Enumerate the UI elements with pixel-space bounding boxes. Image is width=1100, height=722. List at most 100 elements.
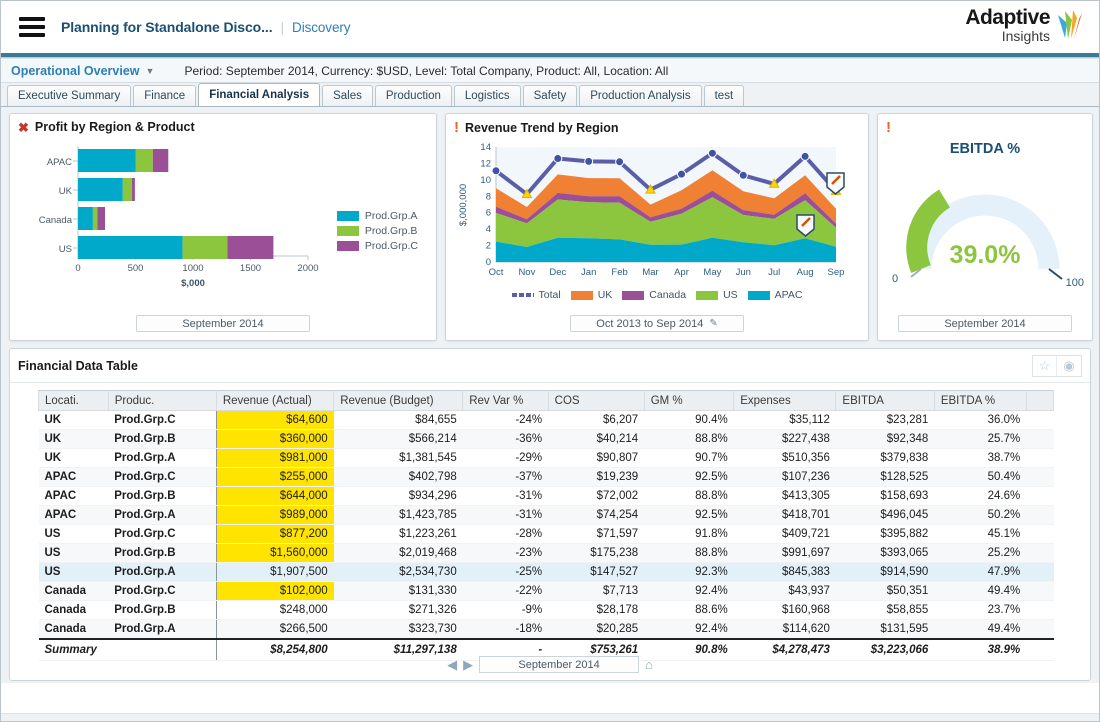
cell-product: Prod.Grp.C (108, 468, 216, 487)
col-gm-pct[interactable]: GM % (644, 391, 734, 411)
col-expenses[interactable]: Expenses (734, 391, 836, 411)
col-ebitda[interactable]: EBITDA (836, 391, 934, 411)
cell-revenue-budget: $271,326 (334, 601, 463, 620)
cell-ebitda-pct: 47.9% (934, 563, 1026, 582)
table-row[interactable]: US Prod.Grp.A $1,907,500 $2,534,730 -25%… (39, 563, 1054, 582)
dashboard-content: ✖ Profit by Region & Product (1, 107, 1099, 683)
cell-revenue-actual: $989,000 (216, 506, 333, 525)
profit-bar-chart[interactable]: 0 500 1000 1500 2000 $,000 APAC UK Canad… (10, 136, 436, 296)
cell-ebitda-pct: 45.1% (934, 525, 1026, 544)
cell-cos: $74,254 (548, 506, 644, 525)
cell-ebitda: $50,351 (836, 582, 934, 601)
col-ebitda-pct[interactable]: EBITDA % (934, 391, 1026, 411)
tab-financial-analysis[interactable]: Financial Analysis (198, 83, 320, 106)
tab-production[interactable]: Production (375, 85, 452, 106)
table-row[interactable]: UK Prod.Grp.C $64,600 $84,655 -24% $6,20… (39, 411, 1054, 430)
table-row[interactable]: US Prod.Grp.C $877,200 $1,223,261 -28% $… (39, 525, 1054, 544)
svg-text:14: 14 (480, 142, 491, 153)
cell-expenses: $845,383 (734, 563, 836, 582)
chevron-down-icon[interactable]: ▼ (146, 66, 155, 76)
cell-product: Prod.Grp.C (108, 411, 216, 430)
cell-spacer (1026, 468, 1053, 487)
logo-primary-text: Adaptive (965, 7, 1050, 28)
cell-product: Prod.Grp.C (108, 582, 216, 601)
legend-item: UK (571, 289, 613, 301)
cell-spacer (1026, 411, 1053, 430)
tab-safety[interactable]: Safety (523, 85, 578, 106)
cell-cos: $175,238 (548, 544, 644, 563)
cell-product: Prod.Grp.A (108, 620, 216, 639)
profit-period-chip[interactable]: September 2014 (136, 315, 310, 332)
cell-spacer (1026, 506, 1053, 525)
cell-rev-var: -28% (463, 525, 548, 544)
tab-production-analysis[interactable]: Production Analysis (579, 85, 701, 106)
table-row[interactable]: UK Prod.Grp.B $360,000 $566,214 -36% $40… (39, 430, 1054, 449)
cell-revenue-budget: $2,019,468 (334, 544, 463, 563)
tab-finance[interactable]: Finance (133, 85, 196, 106)
tab-executive-summary[interactable]: Executive Summary (7, 85, 131, 106)
col-location[interactable]: Locati. (39, 391, 109, 411)
revenue-area-chart[interactable]: 0 2 4 6 8 10 12 14 $,000,000 (446, 137, 868, 287)
cell-revenue-budget: $1,423,785 (334, 506, 463, 525)
home-icon[interactable]: ⌂ (645, 657, 653, 672)
dashboard-selector[interactable]: Operational Overview (11, 64, 140, 78)
table-row[interactable]: Canada Prod.Grp.A $266,500 $323,730 -18%… (39, 620, 1054, 639)
table-row[interactable]: APAC Prod.Grp.B $644,000 $934,296 -31% $… (39, 487, 1054, 506)
legend-swatch-prodgrpc (337, 241, 359, 251)
cell-revenue-actual: $102,000 (216, 582, 333, 601)
col-product[interactable]: Produc. (108, 391, 216, 411)
col-revenue-budget[interactable]: Revenue (Budget) (334, 391, 463, 411)
svg-text:UK: UK (59, 186, 73, 197)
history-clock-icon[interactable]: ◉ (1057, 356, 1081, 376)
panel-title: Profit by Region & Product (35, 120, 195, 134)
panel-revenue-trend-by-region: ! Revenue Trend by Region 0 2 4 (445, 113, 869, 341)
svg-text:Jun: Jun (736, 267, 751, 278)
cell-ebitda-pct: 50.2% (934, 506, 1026, 525)
ebitda-gauge-chart[interactable]: 39.0% 0 100 (878, 157, 1092, 307)
revenue-period-chip[interactable]: Oct 2013 to Sep 2014 ✎ (570, 315, 744, 332)
hamburger-menu-icon[interactable] (19, 17, 45, 37)
legend-label: Prod.Grp.A (365, 210, 418, 222)
svg-text:2000: 2000 (297, 263, 318, 274)
legend-swatch-prodgrpa (337, 211, 359, 221)
next-arrow-icon[interactable]: ▶ (463, 657, 473, 673)
table-row[interactable]: Canada Prod.Grp.B $248,000 $271,326 -9% … (39, 601, 1054, 620)
favorite-star-icon[interactable]: ☆ (1033, 356, 1057, 376)
cell-ebitda-pct: 25.7% (934, 430, 1026, 449)
cell-ebitda-pct: 25.2% (934, 544, 1026, 563)
application-window: Planning for Standalone Disco... | Discove… (0, 0, 1100, 722)
cell-gm: 92.5% (644, 468, 734, 487)
cell-revenue-actual: $360,000 (216, 430, 333, 449)
cell-ebitda-pct: 49.4% (934, 620, 1026, 639)
tab-sales[interactable]: Sales (322, 85, 373, 106)
table-row[interactable]: APAC Prod.Grp.A $989,000 $1,423,785 -31%… (39, 506, 1054, 525)
pager-period-field[interactable]: September 2014 (479, 656, 639, 673)
cell-gm: 91.8% (644, 525, 734, 544)
panel-profit-by-region-product: ✖ Profit by Region & Product (9, 113, 437, 341)
tab-logistics[interactable]: Logistics (454, 85, 521, 106)
legend-swatch-us (696, 291, 718, 300)
title-separator: | (281, 19, 285, 35)
cell-revenue-budget: $934,296 (334, 487, 463, 506)
discovery-link[interactable]: Discovery (292, 20, 350, 35)
table-row[interactable]: Canada Prod.Grp.C $102,000 $131,330 -22%… (39, 582, 1054, 601)
col-revenue-actual[interactable]: Revenue (Actual) (216, 391, 333, 411)
legend-item: Prod.Grp.B (337, 225, 418, 237)
table-row[interactable]: US Prod.Grp.B $1,560,000 $2,019,468 -23%… (39, 544, 1054, 563)
table-row[interactable]: UK Prod.Grp.A $981,000 $1,381,545 -29% $… (39, 449, 1054, 468)
exclamation-status-icon: ! (886, 120, 891, 135)
top-header-bar: Planning for Standalone Disco... | Discove… (1, 1, 1099, 53)
col-rev-var-pct[interactable]: Rev Var % (463, 391, 548, 411)
pencil-icon[interactable]: ✎ (709, 316, 717, 332)
app-title: Planning for Standalone Disco... (61, 19, 273, 35)
cell-revenue-budget: $84,655 (334, 411, 463, 430)
prev-arrow-icon[interactable]: ◀ (447, 657, 457, 673)
col-cos[interactable]: COS (548, 391, 644, 411)
cell-revenue-budget: $402,798 (334, 468, 463, 487)
cell-product: Prod.Grp.B (108, 601, 216, 620)
cell-location: UK (39, 411, 109, 430)
table-row[interactable]: APAC Prod.Grp.C $255,000 $402,798 -37% $… (39, 468, 1054, 487)
financial-data-table: Locati. Produc. Revenue (Actual) Revenue… (38, 390, 1054, 661)
tab-test[interactable]: test (704, 85, 745, 106)
ebitda-period-chip[interactable]: September 2014 (898, 315, 1072, 332)
